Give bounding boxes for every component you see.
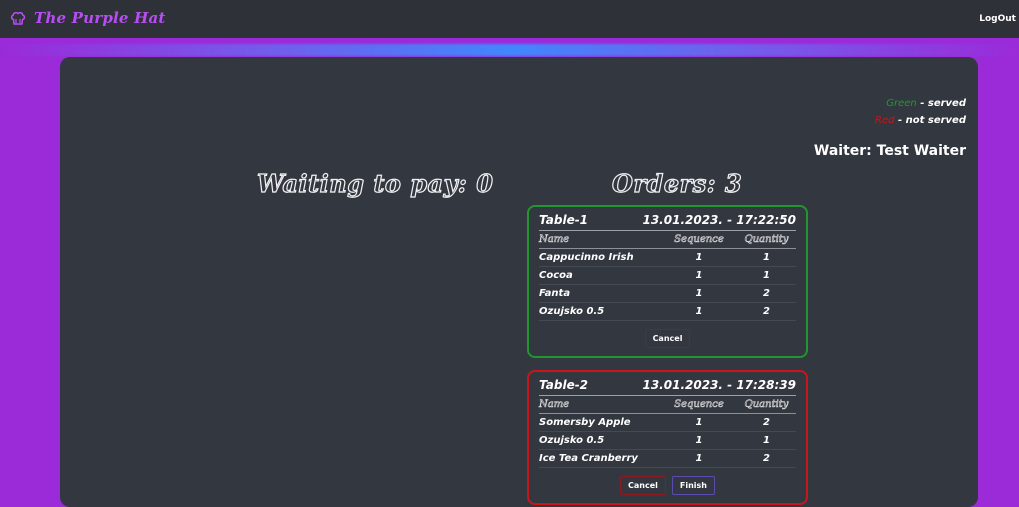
item-quantity: 1 bbox=[763, 435, 770, 446]
table-name: Table-1 bbox=[539, 213, 589, 227]
item-name: Cocoa bbox=[539, 270, 573, 281]
item-name: Ozujsko 0.5 bbox=[539, 306, 605, 317]
item-quantity: 2 bbox=[763, 306, 770, 317]
item-name: Somersby Apple bbox=[539, 417, 631, 428]
cancel-button[interactable]: Cancel bbox=[620, 476, 666, 495]
order-table-header: Name Sequence Quantity bbox=[539, 396, 796, 414]
main-panel: Green - served Red - not served Waiter: … bbox=[60, 57, 978, 507]
column-header-name: Name bbox=[539, 399, 570, 411]
item-quantity: 1 bbox=[763, 252, 770, 263]
order-actions: Cancel bbox=[539, 321, 796, 356]
status-legend: Green - served Red - not served bbox=[875, 95, 966, 129]
waiter-name: Waiter: Test Waiter bbox=[813, 143, 966, 159]
item-name: Cappucinno Irish bbox=[539, 252, 634, 263]
table-row: Somersby Apple 1 2 bbox=[539, 414, 796, 432]
table-name: Table-2 bbox=[539, 378, 589, 392]
orders-title: Orders: 3 bbox=[611, 168, 743, 198]
table-row: Fanta 1 2 bbox=[539, 285, 796, 303]
cancel-button[interactable]: Cancel bbox=[644, 329, 691, 348]
item-sequence: 1 bbox=[695, 288, 703, 299]
item-name: Ice Tea Cranberry bbox=[539, 453, 638, 464]
order-datetime: 13.01.2023. - 17:22:50 bbox=[642, 213, 796, 227]
table-row: Cocoa 1 1 bbox=[539, 267, 796, 285]
order-actions: Cancel Finish bbox=[539, 468, 796, 503]
column-header-quantity: Quantity bbox=[744, 399, 789, 411]
brand[interactable]: The Purple Hat bbox=[10, 9, 166, 27]
table-row: Ozujsko 0.5 1 2 bbox=[539, 303, 796, 321]
order-datetime: 13.01.2023. - 17:28:39 bbox=[642, 378, 796, 392]
item-sequence: 1 bbox=[695, 270, 703, 281]
logout-link[interactable]: LogOut bbox=[979, 14, 1016, 24]
header-glow bbox=[0, 44, 1019, 56]
column-header-sequence: Sequence bbox=[674, 399, 724, 411]
item-sequence: 1 bbox=[695, 453, 703, 464]
legend-not-served: Red - not served bbox=[875, 115, 966, 126]
item-name: Fanta bbox=[539, 288, 571, 299]
item-sequence: 1 bbox=[695, 417, 703, 428]
brand-name: The Purple Hat bbox=[34, 9, 166, 27]
column-header-name: Name bbox=[539, 234, 570, 246]
item-name: Ozujsko 0.5 bbox=[539, 435, 605, 446]
chef-hat-icon bbox=[10, 10, 26, 26]
item-quantity: 2 bbox=[763, 453, 770, 464]
order-card-header: Table-2 13.01.2023. - 17:28:39 bbox=[539, 378, 796, 396]
table-row: Cappucinno Irish 1 1 bbox=[539, 249, 796, 267]
item-sequence: 1 bbox=[695, 252, 703, 263]
order-card: Table-2 13.01.2023. - 17:28:39 Name Sequ… bbox=[527, 370, 808, 505]
column-header-sequence: Sequence bbox=[674, 234, 724, 246]
item-quantity: 1 bbox=[763, 270, 770, 281]
table-row: Ozujsko 0.5 1 1 bbox=[539, 432, 796, 450]
order-card: Table-1 13.01.2023. - 17:22:50 Name Sequ… bbox=[527, 205, 808, 358]
column-header-quantity: Quantity bbox=[744, 234, 789, 246]
order-card-header: Table-1 13.01.2023. - 17:22:50 bbox=[539, 213, 796, 231]
legend-served: Green - served bbox=[886, 98, 966, 109]
waiting-to-pay-title: Waiting to pay: 0 bbox=[256, 168, 494, 198]
order-table-header: Name Sequence Quantity bbox=[539, 231, 796, 249]
item-sequence: 1 bbox=[695, 306, 703, 317]
item-sequence: 1 bbox=[695, 435, 703, 446]
item-quantity: 2 bbox=[763, 417, 770, 428]
table-row: Ice Tea Cranberry 1 2 bbox=[539, 450, 796, 468]
top-navbar: The Purple Hat LogOut bbox=[0, 0, 1019, 38]
finish-button[interactable]: Finish bbox=[671, 476, 715, 495]
item-quantity: 2 bbox=[763, 288, 770, 299]
